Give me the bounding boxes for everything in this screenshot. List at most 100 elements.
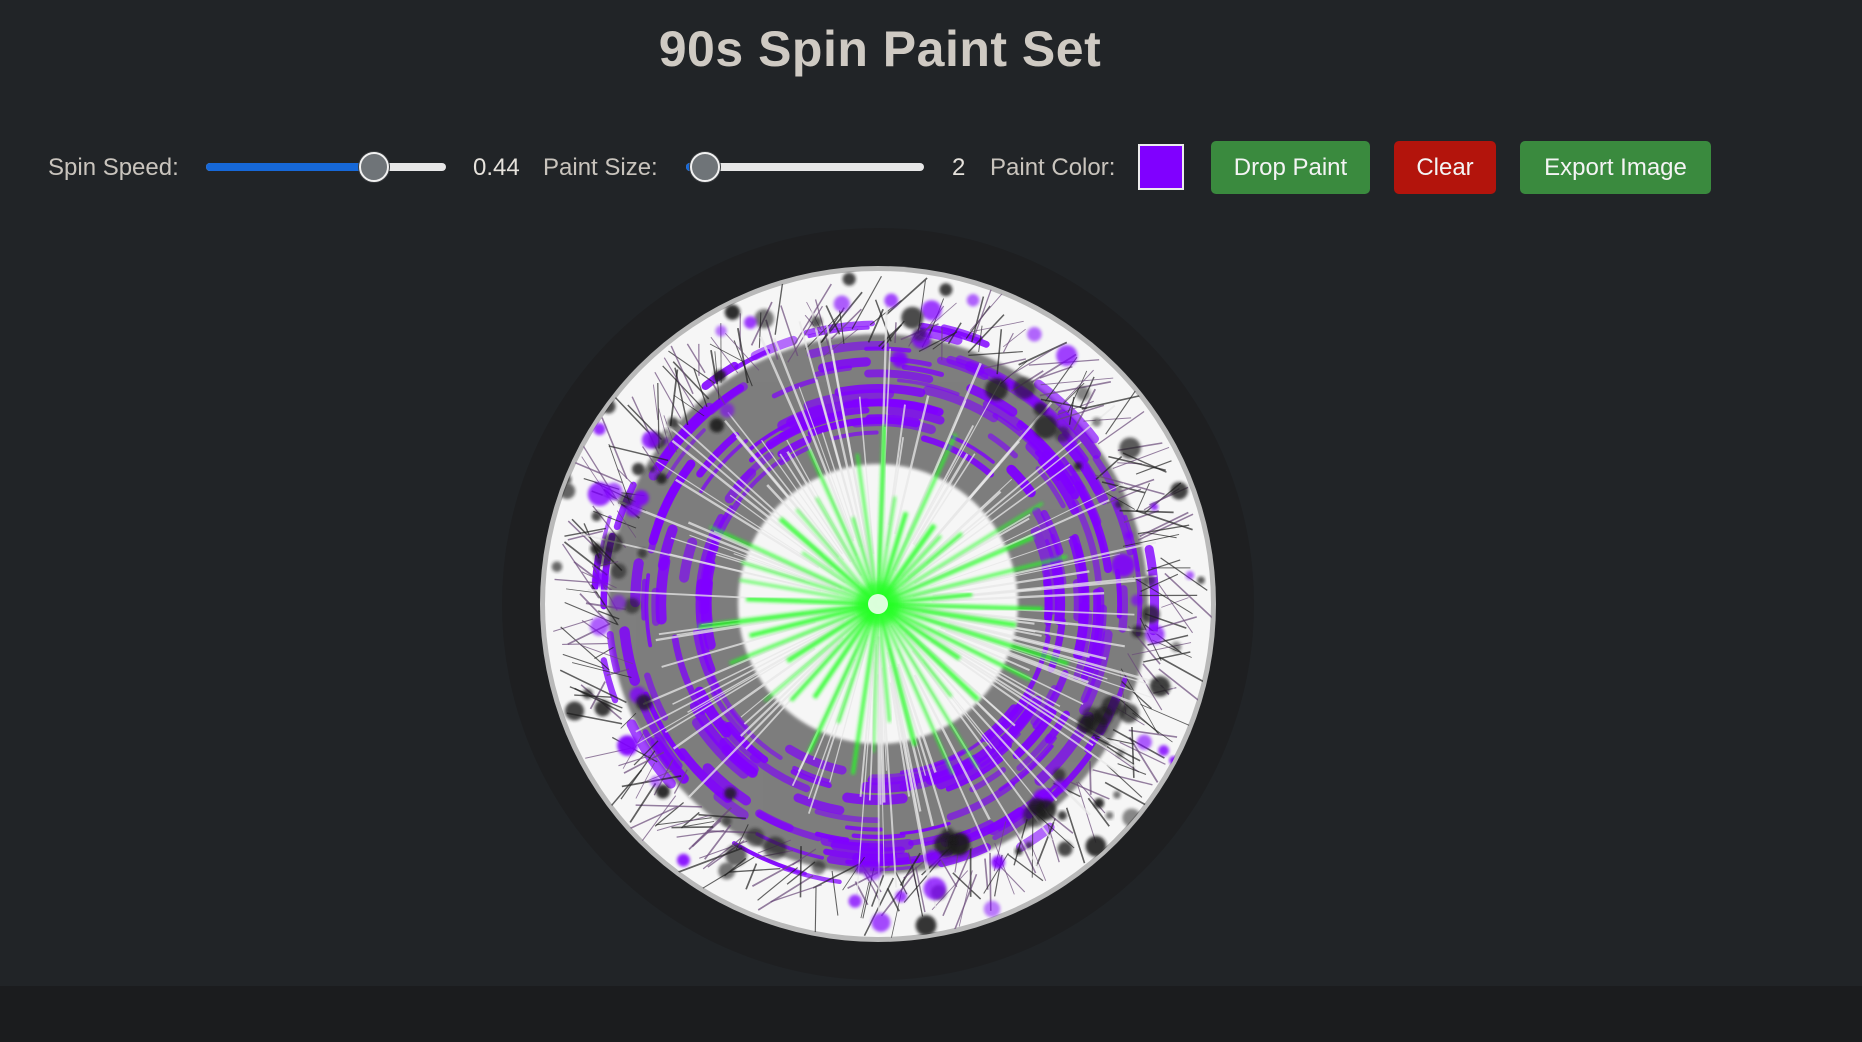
dark-blob bbox=[632, 462, 645, 476]
purple-blob bbox=[862, 860, 883, 881]
purple-blob bbox=[833, 295, 851, 312]
dark-blob bbox=[810, 316, 823, 328]
dark-blob bbox=[1171, 641, 1182, 653]
dark-blob bbox=[1197, 576, 1205, 585]
spin-canvas[interactable] bbox=[502, 228, 1254, 980]
dark-blob bbox=[901, 306, 924, 329]
purple-blob bbox=[1136, 734, 1152, 750]
spin-wheel[interactable] bbox=[502, 228, 1254, 980]
purple-blob bbox=[871, 912, 891, 932]
paint-color-picker[interactable] bbox=[1138, 144, 1184, 190]
dark-blob bbox=[1116, 749, 1124, 758]
purple-blob bbox=[924, 849, 941, 866]
purple-swirl bbox=[842, 792, 908, 806]
edge-streak bbox=[1089, 761, 1092, 795]
purple-swirl bbox=[864, 346, 912, 353]
purple-blob bbox=[650, 776, 662, 788]
dark-blob bbox=[763, 836, 787, 860]
dark-blob bbox=[591, 511, 602, 522]
purple-swirl bbox=[845, 825, 883, 832]
purple-blob bbox=[895, 890, 907, 903]
dark-blob bbox=[1142, 605, 1160, 624]
dark-blob bbox=[725, 844, 747, 866]
spin-speed-value: 0.44 bbox=[473, 154, 520, 181]
dark-blob bbox=[912, 327, 927, 341]
purple-swirl bbox=[630, 558, 644, 608]
purple-swirl bbox=[655, 556, 671, 625]
purple-blob bbox=[611, 595, 627, 610]
purple-blob bbox=[590, 616, 609, 636]
purple-swirl bbox=[1114, 568, 1123, 619]
spin-speed-label: Spin Speed: bbox=[48, 154, 179, 181]
dark-blob bbox=[915, 915, 937, 936]
dark-blob bbox=[1149, 676, 1171, 697]
dark-blob bbox=[594, 700, 611, 717]
dark-blob bbox=[1076, 386, 1091, 401]
paint-size-slider[interactable] bbox=[686, 152, 924, 182]
dark-blob bbox=[1074, 462, 1083, 471]
dark-blob bbox=[1033, 402, 1047, 416]
controls-toolbar: Spin Speed: 0.44 Paint Size: 2 Paint Col… bbox=[0, 141, 1862, 195]
dark-blob bbox=[1105, 811, 1114, 820]
dark-blob bbox=[1057, 810, 1067, 821]
dark-blob bbox=[635, 694, 653, 711]
dark-blob bbox=[1025, 841, 1033, 849]
dark-blob bbox=[1052, 768, 1066, 782]
clear-button[interactable]: Clear bbox=[1394, 141, 1496, 194]
dark-blob bbox=[1131, 625, 1144, 638]
dark-blob bbox=[551, 561, 563, 572]
dark-blob bbox=[649, 465, 656, 473]
dark-blob bbox=[939, 283, 953, 297]
dark-blob bbox=[745, 828, 765, 847]
dark-blob bbox=[655, 784, 670, 799]
dark-blob bbox=[722, 816, 732, 826]
purple-blob bbox=[660, 732, 670, 742]
paint-size-slider-thumb[interactable] bbox=[690, 152, 721, 182]
dark-blob bbox=[1091, 417, 1102, 427]
purple-blob bbox=[633, 490, 649, 506]
dark-blob bbox=[637, 548, 648, 559]
purple-blob bbox=[719, 402, 735, 418]
dark-blob bbox=[610, 563, 627, 579]
dark-blob bbox=[724, 304, 741, 320]
purple-blob bbox=[923, 877, 947, 901]
purple-blob bbox=[848, 894, 862, 908]
purple-blob bbox=[1027, 326, 1042, 342]
dark-blob bbox=[590, 543, 602, 555]
purple-swirl bbox=[641, 578, 648, 621]
dark-blob bbox=[602, 532, 623, 554]
paint-size-value: 2 bbox=[952, 154, 966, 181]
dark-blob bbox=[1077, 716, 1095, 734]
dark-blob bbox=[1013, 377, 1036, 399]
center-dot bbox=[868, 594, 888, 614]
paint-size-label: Paint Size: bbox=[543, 154, 658, 181]
purple-blob bbox=[1111, 553, 1135, 578]
drop-paint-button[interactable]: Drop Paint bbox=[1211, 141, 1370, 194]
purple-blob bbox=[605, 482, 623, 501]
spin-speed-slider[interactable] bbox=[206, 152, 446, 182]
dark-blob bbox=[950, 836, 958, 844]
dark-blob bbox=[1022, 803, 1047, 828]
dark-blob bbox=[624, 597, 640, 614]
dark-blob bbox=[1144, 574, 1156, 587]
footer-bar bbox=[0, 986, 1862, 1042]
dark-blob bbox=[582, 688, 593, 699]
purple-blob bbox=[1124, 531, 1134, 540]
purple-blob bbox=[1056, 344, 1078, 367]
purple-blob bbox=[1185, 571, 1195, 580]
dark-blob bbox=[1119, 703, 1139, 724]
dark-blob bbox=[985, 378, 1008, 401]
page-title: 90s Spin Paint Set bbox=[658, 21, 1102, 77]
export-image-button[interactable]: Export Image bbox=[1520, 141, 1711, 194]
dark-blob bbox=[1033, 414, 1058, 439]
dark-blob bbox=[1114, 500, 1123, 509]
dark-blob bbox=[724, 787, 737, 800]
paint-color-label: Paint Color: bbox=[990, 154, 1116, 181]
dark-blob bbox=[754, 309, 774, 329]
purple-blob bbox=[617, 735, 638, 756]
purple-blob bbox=[983, 900, 1001, 918]
purple-blob bbox=[1150, 503, 1159, 511]
spin-speed-slider-thumb[interactable] bbox=[359, 152, 389, 182]
app-window: 90s Spin Paint Set Spin Speed: 0.44 Pain… bbox=[0, 0, 1862, 986]
purple-blob bbox=[715, 325, 727, 337]
